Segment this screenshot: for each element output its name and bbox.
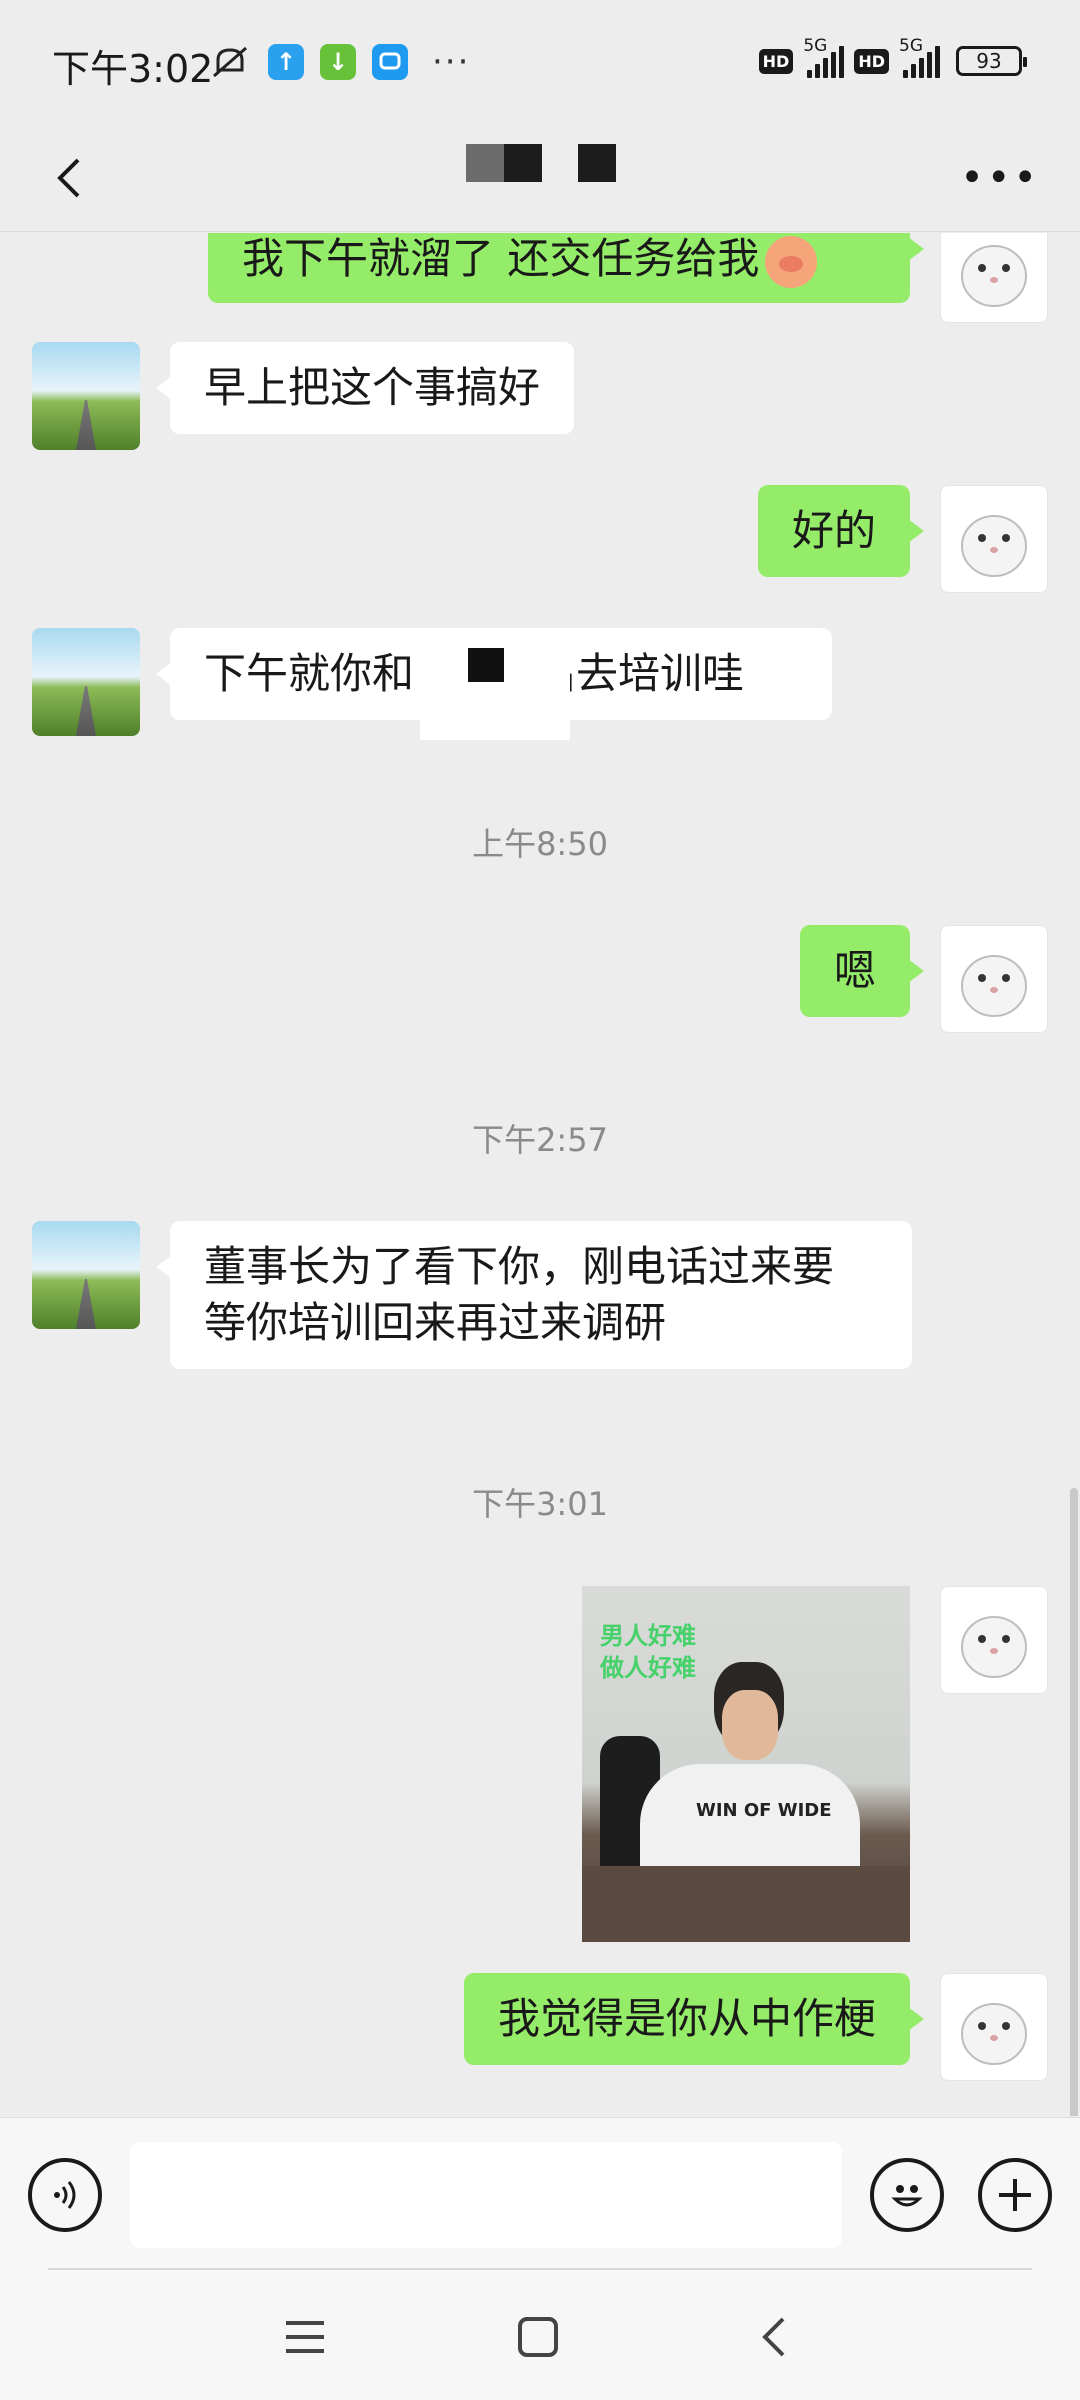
system-indicators: HD 5G HD 5G 93 bbox=[758, 36, 1027, 78]
message-text-line2: 等你培训回来再过来调研 bbox=[204, 1298, 667, 1347]
message-text: 我觉得是你从中作梗 bbox=[497, 1994, 876, 2043]
my-avatar[interactable] bbox=[940, 925, 1048, 1033]
upload-icon: ↑ bbox=[268, 44, 304, 80]
timestamp: 上午8:50 bbox=[472, 825, 608, 863]
redaction-mark bbox=[468, 648, 504, 682]
incoming-message[interactable]: 早上把这个事搞好 bbox=[155, 342, 575, 434]
message-text-line1: 董事长为了看下你，刚电话过来要 bbox=[204, 1242, 835, 1291]
outgoing-message[interactable]: 我觉得是你从中作梗 bbox=[463, 1973, 925, 2065]
image-caption-line1: 男人好难 bbox=[600, 1622, 696, 1650]
contact-avatar[interactable] bbox=[32, 1221, 140, 1329]
incoming-message[interactable]: 下午就你和 出去培训哇 bbox=[156, 628, 832, 740]
battery-level: 93 bbox=[976, 49, 1002, 73]
my-avatar[interactable] bbox=[940, 1973, 1048, 2081]
mute-icon bbox=[208, 44, 252, 80]
message-text-before: 下午就你和 bbox=[204, 649, 415, 698]
redaction-block bbox=[466, 144, 542, 182]
chat-header: ••• bbox=[0, 128, 1080, 232]
input-bar bbox=[0, 2117, 1080, 2272]
download-icon: ↓ bbox=[320, 44, 356, 80]
redaction-block bbox=[578, 144, 616, 182]
hd-badge-2: HD bbox=[854, 48, 889, 74]
message-text: 我下午就溜了 还交任务给我 bbox=[242, 234, 760, 283]
network-type-label: 5G bbox=[803, 36, 828, 56]
incoming-message[interactable]: 董事长为了看下你，刚电话过来要 等你培训回来再过来调研 bbox=[156, 1221, 912, 1369]
contact-avatar[interactable] bbox=[32, 342, 140, 450]
emoji-button[interactable] bbox=[870, 2158, 944, 2232]
message-text: 早上把这个事搞好 bbox=[204, 363, 541, 412]
recent-apps-button[interactable] bbox=[270, 2302, 340, 2372]
hd-badge: HD bbox=[758, 48, 794, 74]
notification-icons: ↑ ↓ ··· bbox=[208, 42, 470, 82]
message-input[interactable] bbox=[130, 2142, 842, 2248]
battery-icon: 93 bbox=[956, 46, 1027, 76]
back-icon[interactable] bbox=[44, 150, 100, 206]
system-back-button[interactable] bbox=[740, 2302, 810, 2372]
more-options-icon[interactable]: ••• bbox=[960, 158, 1040, 198]
home-button[interactable] bbox=[503, 2302, 573, 2372]
redaction-block bbox=[420, 628, 570, 740]
photo-face bbox=[722, 1690, 778, 1760]
status-bar: 下午3:02 ↑ ↓ ··· HD 5G HD 5G 93 bbox=[0, 0, 1080, 128]
chat-title-redacted bbox=[466, 144, 616, 182]
outgoing-message[interactable]: 我下午就溜了 还交任务给我 bbox=[208, 233, 924, 303]
message-text: 好的 bbox=[791, 506, 876, 555]
image-message[interactable]: WIN OF WIDE 男人好难 做人好难 bbox=[582, 1586, 910, 1942]
message-list[interactable]: 我下午就溜了 还交任务给我 早上把这个事搞好 好的 下午就你和 出去培训哇 上午8… bbox=[0, 233, 1080, 2116]
network-type-label-2: 5G bbox=[899, 36, 923, 56]
message-text: 嗯 bbox=[833, 946, 876, 995]
contact-avatar[interactable] bbox=[32, 628, 140, 736]
signal-icon-2: 5G bbox=[899, 36, 940, 78]
outgoing-message[interactable]: 好的 bbox=[757, 485, 925, 577]
pig-emoji-icon bbox=[765, 235, 818, 288]
more-notifications-icon: ··· bbox=[432, 42, 471, 82]
outgoing-message[interactable]: 嗯 bbox=[799, 925, 925, 1017]
chat-app-icon bbox=[372, 44, 408, 80]
system-nav-bar bbox=[0, 2272, 1080, 2400]
divider bbox=[48, 2268, 1032, 2270]
photo-shirt-text: WIN OF WIDE bbox=[696, 1800, 832, 1821]
image-caption-line2: 做人好难 bbox=[600, 1654, 696, 1682]
my-avatar[interactable] bbox=[940, 1586, 1048, 1694]
more-functions-button[interactable] bbox=[978, 2158, 1052, 2232]
photo-table bbox=[582, 1866, 910, 1942]
timestamp: 下午2:57 bbox=[472, 1121, 608, 1159]
status-time: 下午3:02 bbox=[52, 47, 214, 91]
timestamp: 下午3:01 bbox=[472, 1485, 608, 1523]
my-avatar[interactable] bbox=[940, 233, 1048, 323]
my-avatar[interactable] bbox=[940, 485, 1048, 593]
scrollbar[interactable] bbox=[1070, 1488, 1078, 2116]
signal-icon: 5G bbox=[803, 36, 845, 78]
voice-input-button[interactable] bbox=[28, 2158, 102, 2232]
image-caption: 男人好难 做人好难 bbox=[600, 1620, 696, 1684]
